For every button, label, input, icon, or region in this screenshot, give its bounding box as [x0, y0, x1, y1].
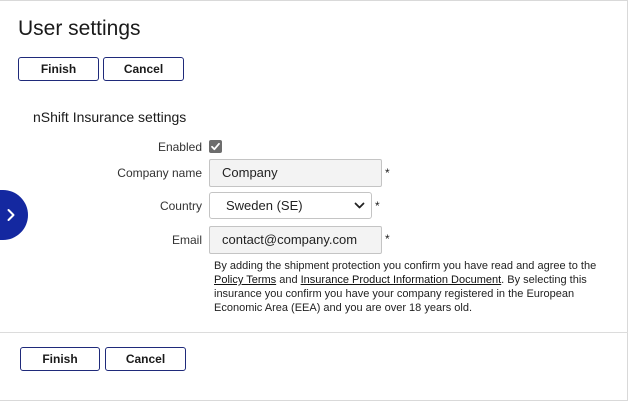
- finish-button-bottom[interactable]: Finish: [20, 347, 100, 371]
- footer-divider: [0, 332, 628, 333]
- country-required-marker: *: [375, 199, 380, 213]
- company-required-marker: *: [385, 166, 390, 180]
- cancel-button-top[interactable]: Cancel: [103, 57, 184, 81]
- email-required-marker: *: [385, 232, 390, 246]
- policy-terms-link[interactable]: Policy Terms: [214, 274, 276, 286]
- enabled-checkbox[interactable]: [209, 140, 222, 153]
- country-select[interactable]: Sweden (SE): [209, 192, 372, 219]
- chevron-right-icon: [7, 209, 15, 221]
- company-name-label: Company name: [117, 166, 202, 180]
- ipid-link[interactable]: Insurance Product Information Document: [301, 274, 502, 286]
- chevron-down-icon: [354, 202, 365, 209]
- finish-button-top[interactable]: Finish: [18, 57, 99, 81]
- cancel-button-bottom[interactable]: Cancel: [105, 347, 186, 371]
- settings-panel: User settings Finish Cancel nShift Insur…: [0, 0, 628, 401]
- company-name-input[interactable]: Company: [209, 159, 382, 187]
- section-title: nShift Insurance settings: [33, 109, 187, 125]
- disclaimer-text-2: and: [276, 274, 301, 286]
- email-label: Email: [171, 233, 202, 247]
- page-title: User settings: [18, 17, 141, 40]
- disclaimer-text-1: By adding the shipment protection you co…: [214, 260, 597, 272]
- email-input[interactable]: contact@company.com: [209, 226, 382, 254]
- check-icon: [211, 142, 220, 151]
- enabled-label: Enabled: [157, 140, 202, 154]
- country-select-value: Sweden (SE): [226, 198, 303, 213]
- insurance-disclaimer: By adding the shipment protection you co…: [214, 259, 614, 315]
- country-label: Country: [159, 199, 202, 213]
